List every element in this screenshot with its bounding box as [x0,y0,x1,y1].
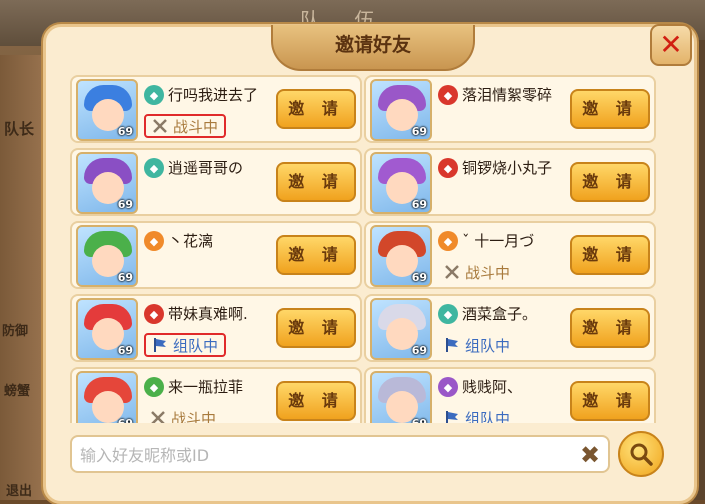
bg-label-defense: 防御 [2,324,29,339]
invite-button[interactable]: 邀 请 [276,308,356,348]
crossed-swords-icon [444,264,460,280]
friend-card: 69 ◆ 行吗我进去了战斗中 邀 请 [70,75,362,143]
sect-icon: ◆ [144,158,164,178]
sect-icon: ◆ [144,377,164,397]
close-icon: ✕ [659,28,683,61]
invite-button[interactable]: 邀 请 [276,235,356,275]
avatar: 69 [76,152,138,214]
search-icon [630,443,653,466]
level-badge: 69 [411,271,427,284]
sect-icon: ◆ [438,231,458,251]
status-badge: 战斗中 [144,114,227,138]
team-flag-icon [152,337,168,353]
sect-icon: ◆ [438,304,458,324]
friend-name: 贱贱阿、 [462,378,523,396]
level-badge: 69 [117,125,133,138]
friend-name: 丶花漓 [168,232,214,250]
friend-card: 69 ◆ ˇ 十一月づ 战斗中 邀 请 [364,221,656,289]
friend-name: 来一瓶拉菲 [168,378,244,396]
invite-button[interactable]: 邀 请 [570,89,650,129]
avatar: 69 [76,225,138,287]
dialog-title: 邀请好友 [334,34,411,56]
avatar: 69 [370,371,432,423]
avatar: 69 [370,225,432,287]
close-button[interactable]: ✕ [650,24,692,66]
level-badge: 69 [411,198,427,211]
sect-icon: ◆ [438,85,458,105]
status-badge: 组队中 [438,333,516,357]
sect-icon: ◆ [144,304,164,324]
friend-card: 69 ◆ 铜锣烧小丸子邀 请 [364,148,656,216]
invite-button[interactable]: 邀 请 [276,89,356,129]
level-badge: 69 [117,198,133,211]
friend-card: 69 ◆来一瓶拉菲战斗中 邀 请 [70,367,362,423]
invite-friends-dialog: 邀请好友 ✕ 69 ◆ 行吗我进去了 战斗中邀 请 69 ◆ 落泪情絮零碎邀 请 69 ◆ 逍遥哥… [43,24,697,504]
friend-card: 69 ◆ 丶花漓 邀 请 [70,221,362,289]
avatar: 69 [370,79,432,141]
status-text: 战斗中 [465,263,511,282]
invite-button[interactable]: 邀 请 [276,162,356,202]
status-text: 组队中 [173,336,219,355]
crossed-swords-icon [150,410,166,423]
bg-label-captain: 队长 [4,120,35,138]
dialog-title-tab: 邀请好友 [271,25,475,71]
status-badge: 组队中 [438,406,516,423]
invite-button[interactable]: 邀 请 [570,381,650,421]
level-badge: 69 [117,344,133,357]
sect-icon: ◆ [144,85,164,105]
sect-icon: ◆ [438,377,458,397]
sect-icon: ◆ [438,158,458,178]
avatar: 69 [370,152,432,214]
bg-label-crab: 螃蟹 [4,384,31,399]
level-badge: 69 [118,417,133,423]
crossed-swords-icon [152,118,168,134]
bg-label-exit: 退出 [6,484,33,499]
search-button[interactable] [618,431,664,477]
friend-name: 逍遥哥哥の [168,159,244,177]
status-badge: 战斗中 [438,260,516,284]
friend-card: 69 ◆ 酒菜盒子。组队中 邀 请 [364,294,656,362]
friend-name: 落泪情絮零碎 [462,86,553,104]
status-text: 战斗中 [173,117,219,136]
invite-button[interactable]: 邀 请 [570,235,650,275]
search-box: ✖ [70,435,610,473]
invite-button[interactable]: 邀 请 [570,162,650,202]
level-badge: 69 [411,344,427,357]
status-text: 组队中 [465,336,511,355]
invite-button[interactable]: 邀 请 [570,308,650,348]
friend-name: 酒菜盒子。 [462,305,538,323]
level-badge: 69 [411,125,427,138]
clear-icon[interactable]: ✖ [576,441,604,469]
status-badge: 战斗中 [144,406,222,423]
avatar: 69 [76,298,138,360]
sect-icon: ◆ [144,231,164,251]
status-text: 组队中 [465,409,511,424]
team-flag-icon [444,337,460,353]
status-text: 战斗中 [171,409,217,424]
search-input[interactable] [78,442,562,468]
friend-list[interactable]: 69 ◆ 行吗我进去了 战斗中邀 请 69 ◆ 落泪情絮零碎邀 请 69 ◆ 逍遥哥哥の邀 请 69… [70,75,670,423]
friend-name: 带妹真难啊. [168,305,248,323]
avatar: 69 [370,298,432,360]
friend-card: 69 ◆ 带妹真难啊. 组队中 邀 请 [70,294,362,362]
invite-button[interactable]: 邀 请 [276,381,356,421]
status-badge: 组队中 [144,333,227,357]
friend-card: 69 ◆ 逍遥哥哥の 邀 请 [70,148,362,216]
level-badge: 69 [117,271,133,284]
friend-card: 69 ◆贱贱阿、组队中 邀 请 [364,367,656,423]
avatar: 69 [76,371,138,423]
level-badge: 69 [412,417,427,423]
avatar: 69 [76,79,138,141]
friend-name: ˇ 十一月づ [462,232,535,250]
friend-name: 行吗我进去了 [168,86,259,104]
friend-card: 69 ◆ 落泪情絮零碎邀 请 [364,75,656,143]
friend-name: 铜锣烧小丸子 [462,159,553,177]
team-flag-icon [444,410,460,423]
